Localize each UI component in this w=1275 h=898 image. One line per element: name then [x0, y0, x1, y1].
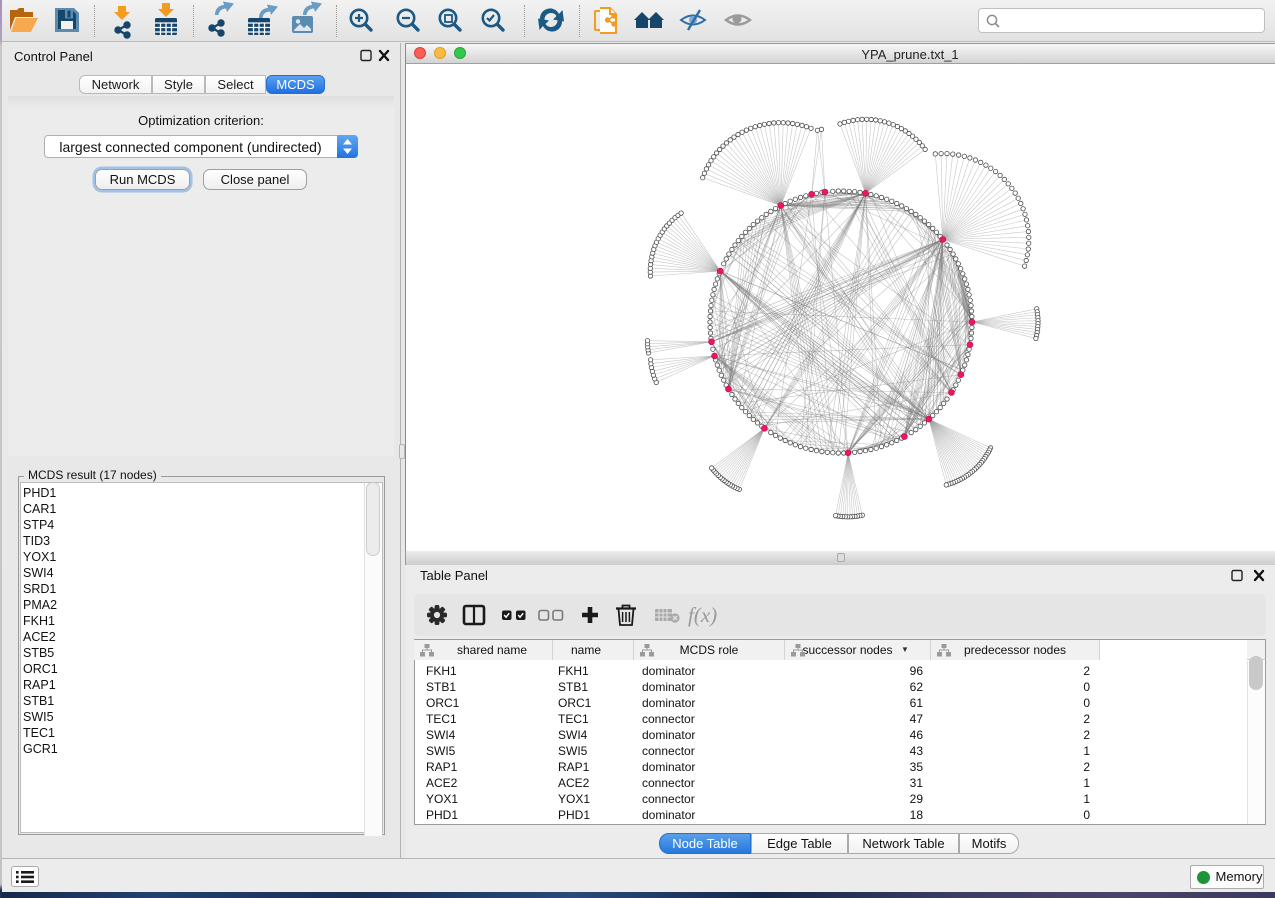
- svg-text:f(x): f(x): [688, 603, 717, 627]
